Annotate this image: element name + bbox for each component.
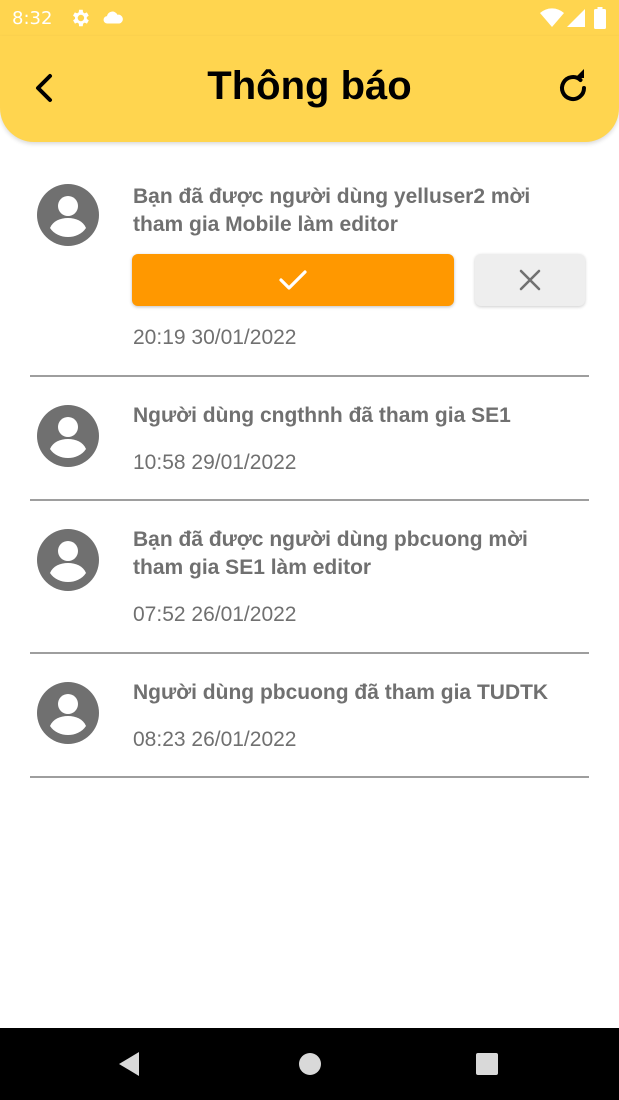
avatar-icon — [37, 184, 99, 246]
status-time: 8:32 — [12, 8, 53, 29]
refresh-button[interactable] — [551, 66, 595, 110]
page-title: Thông báo — [207, 64, 412, 108]
wifi-icon — [540, 7, 564, 35]
list-item[interactable]: Bạn đã được người dùng pbcuong mời tham … — [30, 501, 589, 654]
navigation-bar — [0, 1028, 619, 1100]
check-icon — [279, 270, 307, 290]
avatar-icon — [37, 529, 99, 591]
cloud-icon — [101, 7, 125, 35]
signal-icon — [566, 7, 586, 35]
recents-square-icon[interactable] — [471, 1048, 503, 1080]
notification-message: Bạn đã được người dùng pbcuong mời tham … — [133, 528, 528, 579]
refresh-icon — [560, 69, 587, 102]
status-bar: 8:32 — [0, 0, 619, 36]
notification-message: Người dùng cngthnh đã tham gia SE1 — [133, 404, 511, 427]
avatar-icon — [37, 682, 99, 744]
close-icon — [519, 269, 541, 291]
notification-time: 08:23 26/01/2022 — [133, 728, 297, 751]
notification-time: 20:19 30/01/2022 — [133, 326, 297, 349]
avatar-icon — [37, 405, 99, 467]
notification-time: 07:52 26/01/2022 — [133, 603, 297, 626]
list-item[interactable]: Người dùng pbcuong đã tham gia TUDTK 08:… — [30, 654, 589, 778]
gear-icon — [69, 7, 91, 35]
accept-button[interactable] — [132, 254, 454, 306]
notification-time: 10:58 29/01/2022 — [133, 451, 297, 474]
decline-button[interactable] — [475, 254, 585, 306]
home-circle-icon[interactable] — [294, 1048, 326, 1080]
app-bar: Thông báo — [0, 36, 619, 142]
list-item[interactable]: Người dùng cngthnh đã tham gia SE1 10:58… — [30, 377, 589, 501]
battery-icon — [594, 7, 606, 35]
back-triangle-icon[interactable] — [113, 1048, 145, 1080]
list-item[interactable]: Bạn đã được người dùng yelluser2 mời tha… — [30, 183, 589, 377]
notification-message: Người dùng pbcuong đã tham gia TUDTK — [133, 681, 549, 704]
notification-message: Bạn đã được người dùng yelluser2 mời tha… — [133, 185, 531, 236]
